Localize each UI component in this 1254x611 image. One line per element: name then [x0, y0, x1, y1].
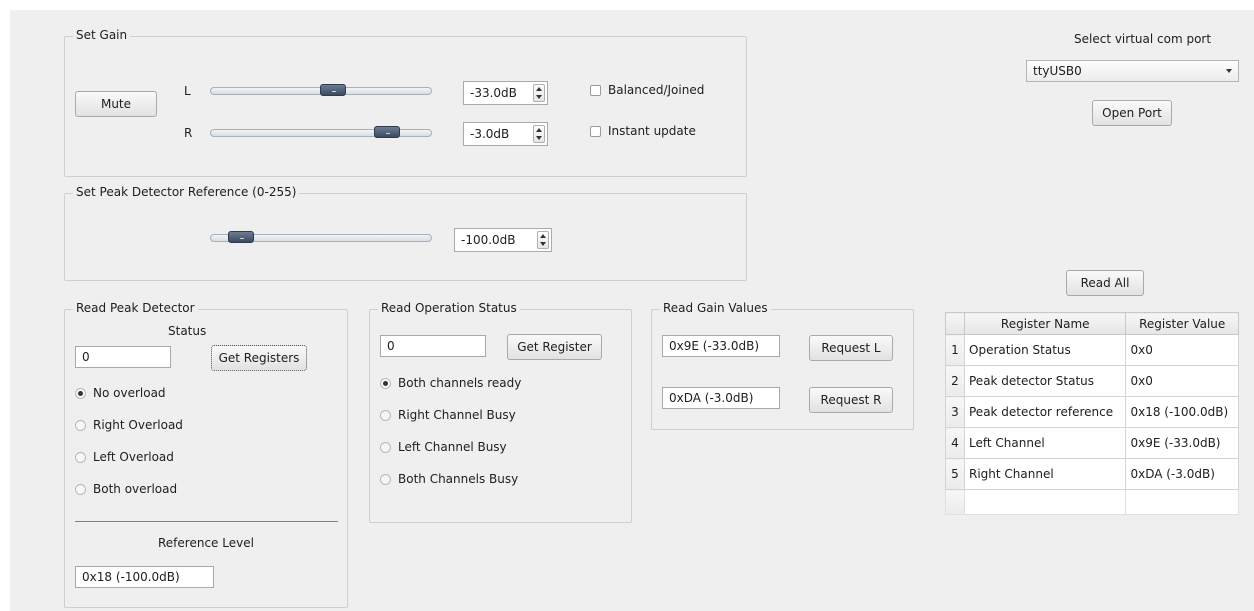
radio-label: Left Overload	[93, 450, 174, 464]
com-port-title: Select virtual com port	[1074, 32, 1212, 46]
left-gain-spinbox[interactable]: -33.0dB	[463, 81, 548, 105]
com-port-select[interactable]: ttyUSB0	[1026, 60, 1239, 82]
register-name-cell[interactable]: Operation Status	[963, 334, 1127, 366]
table-row[interactable]: 3 Peak detector reference 0x18 (-100.0dB…	[945, 396, 1239, 428]
row-number: 2	[945, 365, 965, 397]
table-row[interactable]: 2 Peak detector Status 0x0	[945, 365, 1239, 397]
radio-label: Both channels ready	[398, 376, 522, 390]
radio-label: Left Channel Busy	[398, 440, 507, 454]
instant-update-checkbox[interactable]	[590, 126, 601, 137]
instant-update-label: Instant update	[608, 124, 696, 138]
spin-arrows-icon[interactable]	[537, 231, 549, 249]
read-all-button[interactable]: Read All	[1066, 270, 1144, 296]
radio-icon[interactable]	[380, 410, 391, 421]
set-gain-title: Set Gain	[73, 28, 131, 42]
register-value-cell[interactable]: 0x9E (-33.0dB)	[1125, 427, 1239, 459]
table-row[interactable]: 4 Left Channel 0x9E (-33.0dB)	[945, 427, 1239, 459]
left-gain-slider-handle[interactable]	[320, 84, 346, 96]
right-gain-readback-field[interactable]: 0xDA (-3.0dB)	[662, 387, 780, 409]
request-r-button[interactable]: Request R	[809, 387, 893, 413]
get-registers-button[interactable]: Get Registers	[211, 345, 307, 371]
register-table: Register Name Register Value 1 Operation…	[945, 312, 1239, 515]
balanced-label: Balanced/Joined	[608, 83, 705, 97]
row-number: 5	[945, 458, 965, 490]
radio-label: Right Overload	[93, 418, 183, 432]
get-register-button[interactable]: Get Register	[507, 334, 602, 360]
reference-level-label: Reference Level	[158, 536, 254, 550]
radio-label: Right Channel Busy	[398, 408, 516, 422]
right-channel-label: R	[184, 126, 193, 140]
register-name-cell[interactable]: Peak detector Status	[963, 365, 1127, 397]
table-empty-row	[945, 489, 1239, 515]
chevron-down-icon	[1226, 69, 1232, 73]
set-gain-group: Set Gain Mute L R -33.0dB -3.0dB Balance…	[64, 28, 747, 177]
read-status-title: Read Operation Status	[378, 301, 520, 315]
right-gain-value: -3.0dB	[470, 127, 510, 141]
row-number: 4	[945, 427, 965, 459]
read-peak-group: Read Peak Detector Status 0 Get Register…	[64, 301, 348, 608]
read-gain-title: Read Gain Values	[660, 301, 771, 315]
register-name-cell[interactable]: Right Channel	[963, 458, 1127, 490]
spin-arrows-icon[interactable]	[533, 125, 545, 143]
radio-label: Both overload	[93, 482, 178, 496]
peak-reference-slider[interactable]	[210, 231, 432, 243]
register-value-header[interactable]: Register Value	[1125, 312, 1239, 335]
table-header-row: Register Name Register Value	[945, 312, 1239, 335]
request-l-button[interactable]: Request L	[809, 335, 893, 361]
radio-icon[interactable]	[75, 452, 86, 463]
open-port-button[interactable]: Open Port	[1092, 100, 1172, 126]
separator-line	[75, 521, 338, 522]
register-name-cell[interactable]: Peak detector reference	[963, 396, 1127, 428]
left-gain-slider[interactable]	[210, 84, 432, 96]
main-window: Set Gain Mute L R -33.0dB -3.0dB Balance…	[10, 10, 1254, 611]
peak-reference-group: Set Peak Detector Reference (0-255) -100…	[64, 185, 747, 281]
radio-icon[interactable]	[380, 442, 391, 453]
mute-button[interactable]: Mute	[75, 91, 157, 117]
row-number: 1	[945, 334, 965, 366]
read-status-group: Read Operation Status 0 Get Register Bot…	[369, 301, 632, 523]
radio-label: Both Channels Busy	[398, 472, 519, 486]
radio-icon[interactable]	[75, 388, 86, 399]
radio-icon[interactable]	[75, 420, 86, 431]
operation-status-field[interactable]: 0	[380, 335, 486, 357]
row-number-header	[945, 312, 965, 335]
com-port-value: ttyUSB0	[1033, 64, 1082, 78]
left-channel-label: L	[184, 84, 191, 98]
right-gain-slider-handle[interactable]	[374, 126, 400, 138]
read-gain-group: Read Gain Values 0x9E (-33.0dB) Request …	[651, 301, 914, 430]
table-row[interactable]: 5 Right Channel 0xDA (-3.0dB)	[945, 458, 1239, 490]
radio-label: No overload	[93, 386, 166, 400]
register-value-cell[interactable]: 0xDA (-3.0dB)	[1125, 458, 1239, 490]
left-gain-readback-field[interactable]: 0x9E (-33.0dB)	[662, 335, 780, 357]
register-name-cell[interactable]: Left Channel	[963, 427, 1127, 459]
row-number: 3	[945, 396, 965, 428]
peak-status-field[interactable]: 0	[75, 346, 171, 368]
peak-reference-slider-handle[interactable]	[228, 231, 254, 243]
register-value-cell[interactable]: 0x0	[1125, 334, 1239, 366]
balanced-checkbox[interactable]	[590, 85, 601, 96]
row-number	[945, 489, 965, 515]
reference-level-field[interactable]: 0x18 (-100.0dB)	[75, 566, 214, 588]
peak-reference-title: Set Peak Detector Reference (0-255)	[73, 185, 300, 199]
radio-icon[interactable]	[75, 484, 86, 495]
right-gain-spinbox[interactable]: -3.0dB	[463, 122, 548, 146]
radio-icon[interactable]	[380, 474, 391, 485]
register-name-header[interactable]: Register Name	[963, 312, 1127, 335]
left-gain-value: -33.0dB	[470, 86, 517, 100]
spin-arrows-icon[interactable]	[533, 84, 545, 102]
right-gain-slider[interactable]	[210, 126, 432, 138]
register-value-cell[interactable]: 0x18 (-100.0dB)	[1125, 396, 1239, 428]
peak-reference-value: -100.0dB	[461, 233, 516, 247]
register-value-cell[interactable]: 0x0	[1125, 365, 1239, 397]
table-row[interactable]: 1 Operation Status 0x0	[945, 334, 1239, 366]
status-label: Status	[168, 324, 207, 338]
read-peak-title: Read Peak Detector	[73, 301, 198, 315]
empty-cell	[1125, 489, 1239, 515]
empty-cell	[963, 489, 1127, 515]
radio-icon[interactable]	[380, 378, 391, 389]
peak-reference-spinbox[interactable]: -100.0dB	[454, 228, 552, 252]
